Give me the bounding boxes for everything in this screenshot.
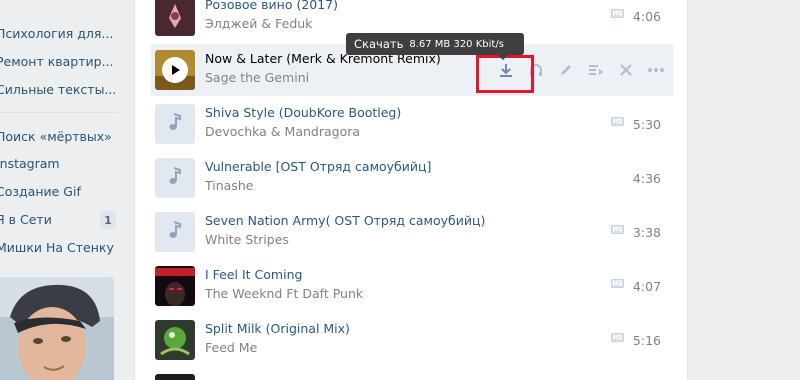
hq-badge: HQ [611, 225, 624, 234]
track-artist[interactable]: Элджей & Feduk [205, 16, 312, 31]
close-icon[interactable] [611, 58, 641, 82]
hq-badge: HQ [611, 117, 624, 126]
sidebar-divider [0, 112, 118, 113]
album-cover-placeholder [155, 104, 195, 144]
album-cover-placeholder [155, 212, 195, 252]
hq-badge: HQ [611, 333, 624, 342]
track-duration: 5:16 [632, 333, 661, 348]
sidebar-item-label: Сильные тексты... [0, 81, 117, 97]
sidebar-item-strong-texts[interactable]: Сильные тексты... [0, 78, 120, 100]
sidebar-item-online[interactable]: Я в Сети 1 [0, 208, 120, 230]
track-title[interactable]: Shiva Style (DoubKore Bootleg) [205, 105, 401, 120]
sidebar-item-bears[interactable]: Мишки На Стенку [0, 236, 120, 258]
track-row[interactable]: Seven Nation Army( OST Отряд самоубийц) … [151, 206, 673, 258]
track-artist[interactable]: Tinashe [205, 178, 253, 193]
track-row[interactable]: Split Milk (Original Mix) Feed Me HQ 5:1… [151, 314, 673, 366]
track-row[interactable]: Vulnerable [OST Отряд самоубийц] Tinashe… [151, 152, 673, 204]
play-icon[interactable] [162, 57, 188, 83]
tooltip-label: Скачать [354, 37, 404, 51]
track-duration: 4:36 [632, 171, 661, 186]
tooltip-file-info: 8.67 MB 320 Kbit/s [409, 38, 504, 50]
sidebar-item-instagram[interactable]: Instagram [0, 152, 120, 174]
left-sidebar: Психология для... Ремонт квартир... Силь… [0, 0, 120, 380]
track-title[interactable]: I Feel It Coming [205, 267, 302, 282]
sidebar-item-label: Мишки На Стенку [0, 239, 114, 255]
play-next-icon[interactable] [581, 58, 611, 82]
sidebar-item-label: Создание Gif [0, 183, 81, 199]
hq-badge: HQ [611, 9, 624, 18]
album-cover [155, 50, 195, 90]
track-row[interactable]: Shiva Style (DoubKore Bootleg) Devochka … [151, 98, 673, 150]
sidebar-photo[interactable] [0, 277, 114, 380]
track-title[interactable]: Розовое вино (2017) [205, 0, 338, 12]
track-artist[interactable]: White Stripes [205, 232, 289, 247]
sidebar-item-label: Поиск «мёртвых» [0, 128, 112, 144]
track-row[interactable]: I Feel It Coming The Weeknd Ft Daft Punk… [151, 260, 673, 312]
track-artist[interactable]: Devochka & Mandragora [205, 124, 360, 139]
download-tooltip: Скачать 8.67 MB 320 Kbit/s [346, 33, 524, 60]
track-title[interactable]: Vulnerable [OST Отряд самоубийц] [205, 159, 431, 174]
track-artist[interactable]: The Weeknd Ft Daft Punk [205, 286, 363, 301]
track-artist[interactable]: Sage the Gemini [205, 70, 309, 85]
track-artist[interactable]: Feed Me [205, 340, 257, 355]
track-title[interactable]: Split Milk (Original Mix) [205, 321, 350, 336]
hq-badge: HQ [611, 279, 624, 288]
download-highlight-box [476, 55, 534, 93]
sidebar-item-label: Ремонт квартир... [0, 53, 114, 69]
sidebar-count-badge: 1 [100, 211, 116, 229]
album-cover [155, 374, 195, 380]
audio-list-panel: Розовое вино (2017) Элджей & Feduk HQ 4:… [134, 0, 688, 380]
track-title[interactable]: Seven Nation Army( OST Отряд самоубийц) [205, 213, 485, 228]
album-cover [155, 320, 195, 360]
more-icon[interactable] [641, 58, 671, 82]
track-duration: 3:38 [632, 225, 661, 240]
sidebar-item-dead-search[interactable]: Поиск «мёртвых» [0, 125, 120, 147]
sidebar-item-psychology[interactable]: Психология для... [0, 22, 120, 44]
music-note-icon [168, 112, 182, 136]
sidebar-item-label: Психология для... [0, 25, 114, 41]
track-duration: 5:30 [632, 117, 661, 132]
track-duration: 4:07 [632, 279, 661, 294]
music-note-icon [168, 166, 182, 190]
music-note-icon [168, 220, 182, 244]
track-duration: 4:06 [632, 9, 661, 24]
album-cover [155, 266, 195, 306]
album-cover [155, 0, 195, 36]
sidebar-item-label: Instagram [0, 155, 60, 171]
edit-icon[interactable] [551, 58, 581, 82]
sidebar-item-gif[interactable]: Создание Gif [0, 180, 120, 202]
album-cover-placeholder [155, 158, 195, 198]
sidebar-item-renovation[interactable]: Ремонт квартир... [0, 50, 120, 72]
